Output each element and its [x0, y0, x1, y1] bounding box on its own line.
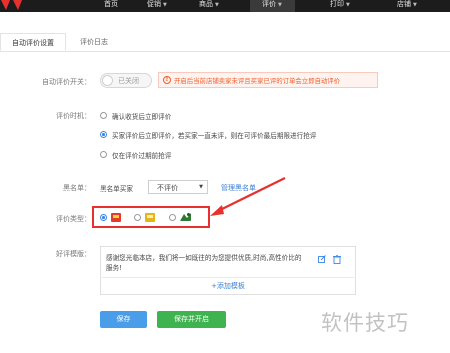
- timing-option-after-buyer: 买家评价后立即评价，若买家一直未评，则在可评价最后期限进行抢评: [112, 132, 317, 140]
- template-text: 感谢您光临本店，我们将一如既往的为您提供优质,时尚,高性价比的服务!: [106, 254, 302, 272]
- timing-radio-before-expire[interactable]: [100, 151, 107, 158]
- annotation-highlight-box: [92, 206, 210, 228]
- timing-radio-after-buyer[interactable]: [100, 131, 107, 138]
- chevron-down-icon: ▼: [346, 2, 350, 8]
- trash-icon[interactable]: [333, 255, 341, 264]
- nav-item-home[interactable]: 首页: [104, 0, 118, 12]
- tab-auto-review-settings[interactable]: 自动评价设置: [0, 33, 66, 51]
- top-nav-bar: 首页 促销 ▼ 商品 ▼ 评价 ▼ 打印 ▼ 店铺 ▼: [0, 0, 450, 12]
- tab-review-log[interactable]: 评价日志: [68, 33, 120, 51]
- review-timing-label: 评价时机：: [56, 112, 91, 120]
- warning-text: 开启后当前店铺卖家未评且买家已评的订单会立即自动评价: [174, 77, 341, 85]
- add-template-link[interactable]: +添加模板: [100, 277, 356, 294]
- save-and-enable-button[interactable]: 保存并开启: [157, 311, 226, 328]
- good-review-template-label: 好评模版：: [56, 250, 91, 258]
- auto-review-toggle[interactable]: 已关闭: [100, 73, 152, 88]
- edit-icon[interactable]: [318, 255, 326, 263]
- toggle-knob: [102, 75, 113, 86]
- chevron-down-icon: ▼: [413, 2, 417, 8]
- annotation-arrow-icon: [210, 177, 286, 216]
- blacklist-select-value: 不评价: [157, 184, 178, 192]
- save-button[interactable]: 保存: [100, 311, 147, 328]
- nav-item-shop[interactable]: 店铺 ▼: [397, 0, 417, 12]
- auto-review-switch-label: 自动评价开关：: [42, 78, 91, 86]
- blacklist-buyer-text: 黑名单买家: [100, 185, 133, 193]
- timing-option-on-receipt: 确认收货后立即评价: [112, 113, 172, 121]
- nav-item-reviews[interactable]: 评价 ▼: [262, 0, 282, 12]
- chevron-down-icon: ▼: [215, 2, 219, 8]
- watermark-text: 软件技巧: [321, 311, 409, 335]
- brand-logo: [1, 0, 22, 10]
- chevron-down-icon: ▼: [163, 2, 167, 8]
- nav-item-products[interactable]: 商品 ▼: [199, 0, 219, 12]
- tab-bar: 自动评价设置 评价日志: [0, 33, 450, 52]
- chevron-down-icon: ▼: [278, 2, 282, 8]
- chevron-down-icon: ▼: [199, 184, 203, 190]
- warning-icon: !: [163, 76, 171, 84]
- blacklist-select[interactable]: 不评价 ▼: [148, 180, 208, 194]
- warning-banner: ! 开启后当前店铺卖家未评且买家已评的订单会立即自动评价: [158, 72, 378, 88]
- toggle-state-text: 已关闭: [118, 77, 139, 85]
- review-type-label: 评价类型：: [56, 215, 91, 223]
- timing-option-before-expire: 仅在评价过期前抢评: [112, 152, 172, 160]
- blacklist-label: 黑名单：: [63, 184, 91, 192]
- timing-radio-on-receipt[interactable]: [100, 112, 107, 119]
- nav-item-promotion[interactable]: 促销 ▼: [147, 0, 167, 12]
- nav-item-print[interactable]: 打印 ▼: [330, 0, 350, 12]
